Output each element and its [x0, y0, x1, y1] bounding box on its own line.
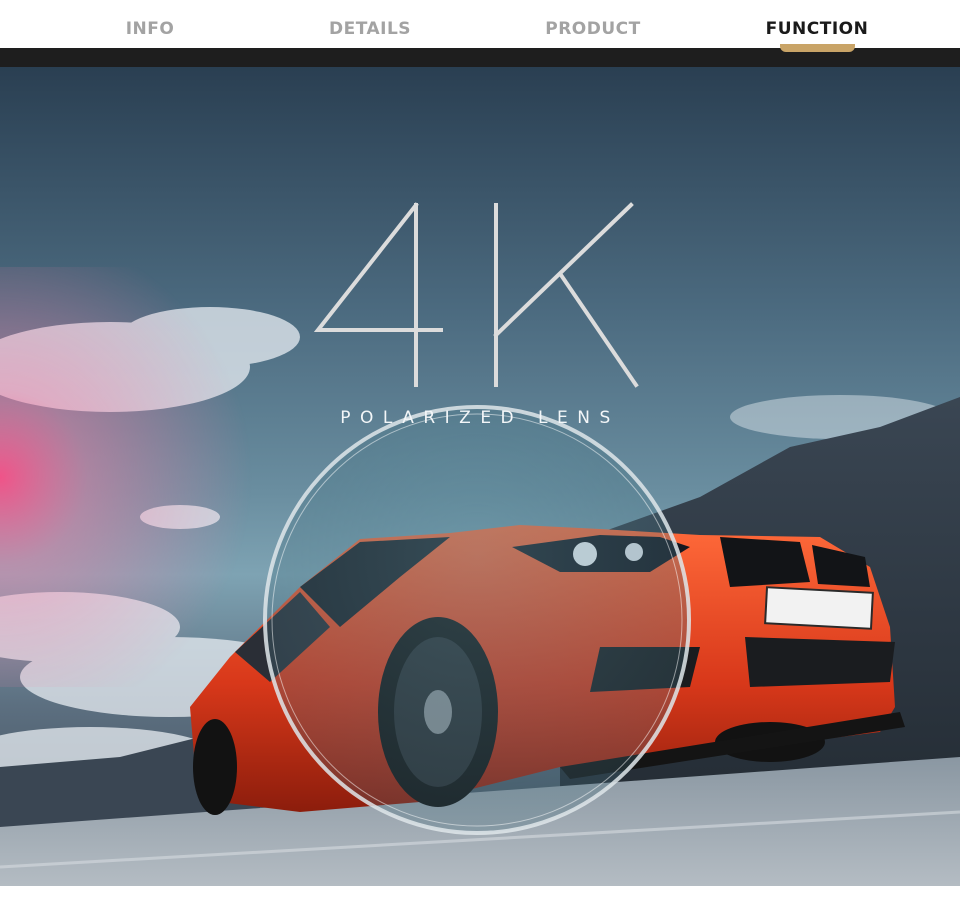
- hero-banner: 4K POLARIZED LENS: [0, 67, 960, 886]
- svg-text:4K: 4K: [306, 195, 308, 196]
- tab-info[interactable]: INFO: [60, 0, 240, 48]
- polarized-lens: [263, 405, 691, 835]
- headline-subtitle: POLARIZED LENS: [340, 408, 620, 428]
- bottom-strip: [0, 886, 960, 913]
- product-page: INFO DETAILS PRODUCT FUNCTION 4K POLARIZ…: [0, 0, 960, 913]
- tab-details[interactable]: DETAILS: [280, 0, 460, 48]
- tab-product[interactable]: PRODUCT: [503, 0, 683, 48]
- tab-function[interactable]: FUNCTION: [727, 0, 907, 48]
- hero-scene: [0, 267, 960, 886]
- active-tab-indicator: [780, 44, 855, 52]
- headline-4k: 4K: [306, 195, 639, 388]
- top-nav: INFO DETAILS PRODUCT FUNCTION: [0, 0, 960, 48]
